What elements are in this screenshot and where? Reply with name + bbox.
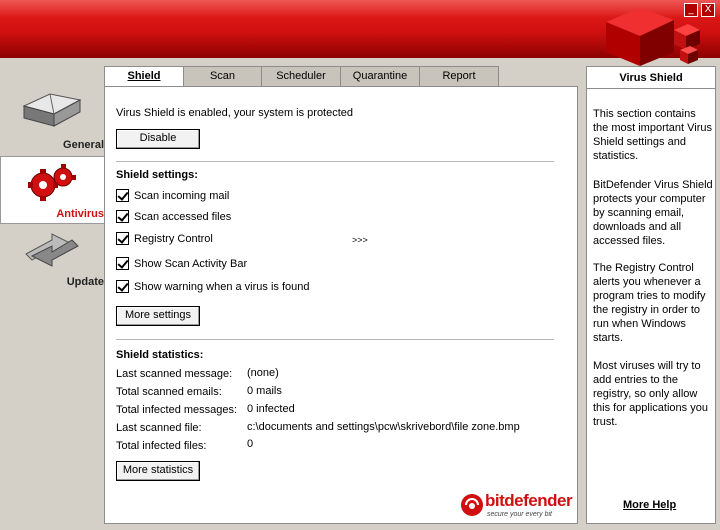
bitdefender-logo-icon <box>461 494 483 516</box>
nav-label-update: Update <box>66 276 104 288</box>
show-warning-checkbox[interactable] <box>116 280 129 293</box>
nav-label-antivirus: Antivirus <box>56 208 104 220</box>
stat-label: Last scanned message: <box>116 368 233 380</box>
bitdefender-cube-icon <box>606 8 700 66</box>
gears-icon <box>28 164 76 201</box>
show-scan-activity-bar-label: Show Scan Activity Bar <box>134 258 248 270</box>
disable-button[interactable]: Disable <box>116 129 200 149</box>
stat-value: (none) <box>247 367 279 379</box>
scan-accessed-files-checkbox[interactable] <box>116 210 129 223</box>
tab-quarantine-label: Quarantine <box>352 70 408 82</box>
tab-scheduler-label: Scheduler <box>276 70 326 82</box>
nav-label-general: General <box>63 139 104 151</box>
info-paragraph: The Registry Control alerts you whenever… <box>593 262 706 344</box>
stat-label: Total scanned emails: <box>116 386 222 398</box>
nav-item-update[interactable]: Update <box>0 226 105 294</box>
stat-value: 0 mails <box>247 385 282 397</box>
tab-quarantine[interactable]: Quarantine <box>340 66 420 86</box>
nav-item-general[interactable]: General <box>0 86 105 154</box>
shield-panel: Virus Shield is enabled, your system is … <box>104 86 578 524</box>
registry-control-label: Registry Control <box>134 233 213 245</box>
tab-report-label: Report <box>442 70 476 82</box>
logo-brand: bitdefender <box>485 491 573 511</box>
scan-incoming-mail-label: Scan incoming mail <box>134 190 230 202</box>
divider <box>116 339 554 340</box>
status-text: Virus Shield is enabled, your system is … <box>116 107 354 119</box>
stat-label: Total infected messages: <box>116 404 238 416</box>
stat-label: Total infected files: <box>116 440 207 452</box>
nav-item-antivirus[interactable]: Antivirus <box>0 156 105 224</box>
tab-report[interactable]: Report <box>419 66 499 86</box>
divider <box>116 161 554 162</box>
registry-control-expand[interactable]: >>> <box>352 235 368 245</box>
logo-tagline: secure your every bit <box>487 511 552 518</box>
tab-shield[interactable]: Shield <box>104 66 184 87</box>
tab-bar: Shield Scan Scheduler Quarantine Report <box>104 66 499 87</box>
left-nav: General Antivirus Update <box>0 58 105 530</box>
more-statistics-button[interactable]: More statistics <box>116 461 200 481</box>
tab-scan-label: Scan <box>209 70 236 82</box>
info-title: Virus Shield <box>587 67 715 89</box>
scan-accessed-files-label: Scan accessed files <box>134 211 232 223</box>
show-warning-label: Show warning when a virus is found <box>134 281 310 293</box>
scan-incoming-mail-checkbox[interactable] <box>116 189 129 202</box>
update-arrows-icon <box>25 233 79 267</box>
bitdefender-logo: bitdefender secure your every bit <box>459 491 577 521</box>
more-settings-button[interactable]: More settings <box>116 306 200 326</box>
book-icon <box>22 93 82 127</box>
tab-scheduler[interactable]: Scheduler <box>261 66 341 86</box>
stats-heading: Shield statistics: <box>116 349 204 361</box>
tab-scan[interactable]: Scan <box>183 66 262 86</box>
registry-control-checkbox[interactable] <box>116 232 129 245</box>
info-paragraph: Most viruses will try to add entries to … <box>593 360 708 428</box>
info-paragraph: BitDefender Virus Shield protects your c… <box>593 179 713 247</box>
more-help-link[interactable]: More Help <box>623 499 676 511</box>
info-paragraph: This section contains the most important… <box>593 108 713 162</box>
stat-value: 0 infected <box>247 403 295 415</box>
tab-shield-label: Shield <box>127 70 161 82</box>
show-scan-activity-bar-checkbox[interactable] <box>116 257 129 270</box>
stat-value: c:\documents and settings\pcw\skrivebord… <box>247 421 520 433</box>
logo-brand-text: bitdefender <box>485 491 573 510</box>
settings-heading: Shield settings: <box>116 169 198 181</box>
info-panel: Virus Shield This section contains the m… <box>586 66 716 524</box>
stat-value: 0 <box>247 438 254 450</box>
stat-label: Last scanned file: <box>116 422 202 434</box>
